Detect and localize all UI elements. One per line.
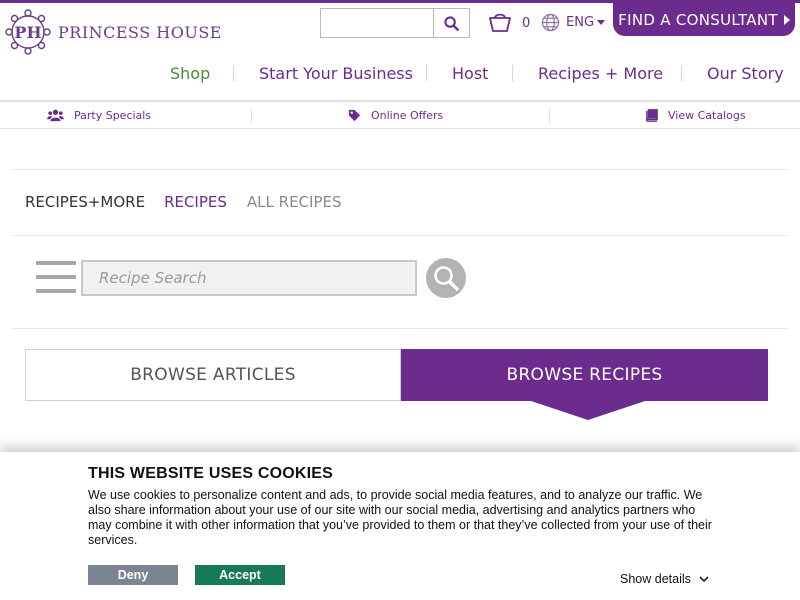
cookie-message: We use cookies to personalize content an… — [88, 488, 712, 547]
hamburger-icon[interactable] — [36, 261, 76, 293]
nav-divider — [512, 65, 513, 81]
breadcrumb: RECIPES+MORE RECIPES ALL RECIPES — [25, 193, 342, 211]
brand-name: PRINCESS HOUSE — [58, 22, 222, 42]
breadcrumb-recipes-more[interactable]: RECIPES+MORE — [25, 193, 145, 211]
chevron-down-icon — [597, 20, 606, 25]
utility-divider — [251, 109, 252, 123]
utility-label: View Catalogs — [668, 109, 746, 122]
utility-label: Party Specials — [74, 109, 152, 122]
divider — [12, 169, 788, 170]
logo-monogram-icon: PH — [5, 9, 51, 55]
users-icon — [47, 109, 64, 122]
caret-right-icon — [783, 14, 790, 25]
utility-divider — [549, 109, 550, 123]
language-selector[interactable]: ENG — [541, 13, 606, 32]
nav-divider — [681, 65, 682, 81]
show-details-label: Show details — [620, 572, 691, 586]
basket-icon — [489, 13, 511, 32]
utility-online-offers[interactable]: Online Offers — [348, 109, 443, 122]
active-tab-pointer — [528, 400, 648, 420]
language-label: ENG — [566, 15, 595, 30]
main-navigation: Shop Start Your Business Host Recipes + … — [150, 60, 800, 88]
recipe-search-button[interactable] — [426, 258, 466, 298]
nav-divider — [233, 65, 234, 81]
divider — [12, 328, 788, 329]
cart-link[interactable]: 0 — [488, 13, 530, 33]
header-search-input[interactable] — [321, 9, 433, 37]
search-icon — [444, 15, 459, 31]
recipe-search-input[interactable] — [81, 260, 417, 296]
find-consultant-label: FIND A CONSULTANT — [618, 10, 778, 29]
nav-item-start-your-business[interactable]: Start Your Business — [259, 64, 413, 83]
utility-party-specials[interactable]: Party Specials — [47, 109, 151, 122]
chevron-down-icon — [699, 575, 709, 582]
nav-item-recipes-more[interactable]: Recipes + More — [538, 64, 663, 83]
globe-icon — [541, 13, 560, 32]
book-icon — [646, 109, 658, 122]
cart-count: 0 — [522, 15, 531, 31]
header-search — [320, 8, 470, 38]
utility-label: Online Offers — [371, 109, 444, 122]
nav-divider — [426, 65, 427, 81]
divider — [12, 235, 788, 236]
utility-view-catalogs[interactable]: View Catalogs — [645, 109, 746, 122]
deny-button[interactable]: Deny — [88, 565, 178, 585]
logo-monogram-text: PH — [14, 23, 41, 42]
brand-logo[interactable]: PH PRINCESS HOUSE — [4, 8, 222, 56]
page: PH PRINCESS HOUSE 0 ENG FIND A CONSULTAN… — [0, 0, 800, 600]
nav-item-host[interactable]: Host — [452, 64, 488, 83]
accept-button[interactable]: Accept — [195, 565, 285, 585]
magnifier-icon — [434, 266, 459, 291]
show-details-link[interactable]: Show details — [620, 572, 709, 586]
breadcrumb-recipes[interactable]: RECIPES — [164, 193, 227, 211]
breadcrumb-all-recipes[interactable]: ALL RECIPES — [247, 193, 342, 211]
find-consultant-button[interactable]: FIND A CONSULTANT — [613, 3, 795, 36]
cookie-banner: THIS WEBSITE USES COOKIES We use cookies… — [0, 452, 800, 600]
header-search-button[interactable] — [433, 9, 469, 37]
tab-browse-articles[interactable]: BROWSE ARTICLES — [25, 349, 401, 401]
cookie-title: THIS WEBSITE USES COOKIES — [88, 465, 334, 482]
nav-item-shop[interactable]: Shop — [170, 64, 210, 83]
tag-icon — [348, 109, 361, 122]
tab-browse-recipes[interactable]: BROWSE RECIPES — [401, 349, 768, 401]
nav-item-our-story[interactable]: Our Story — [707, 64, 784, 83]
utility-bar: Party Specials Online Offers View Catalo… — [0, 103, 800, 129]
